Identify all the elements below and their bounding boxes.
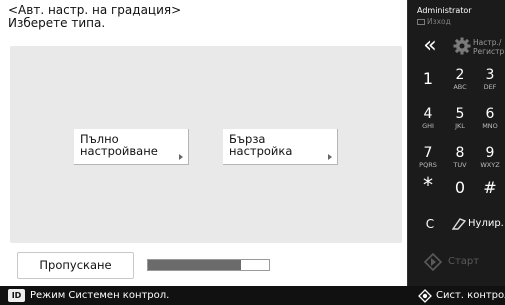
progress-fill [148,260,242,270]
key-6[interactable]: 6 MNO [474,101,505,139]
quick-adjustment-label-line2: настройка [229,144,293,158]
key-digit: 6 [485,106,495,122]
key-letters: WXYZ [480,161,500,169]
gear-icon [453,37,471,55]
progress-bar [147,259,270,271]
logout-button[interactable]: Изход [417,17,451,26]
start-button[interactable]: Старт [418,248,500,276]
key-1[interactable]: 1 [412,62,444,100]
logout-label: Изход [427,17,451,26]
start-label: Старт [448,256,480,267]
key-digit: 9 [485,145,495,161]
key-digit: 7 [423,145,433,161]
key-digit: 2 [455,67,465,83]
settings-label-line2: Регистр. [473,47,505,56]
admin-label: Administrator [417,6,472,15]
key-digit: 0 [454,178,466,197]
status-text: Режим Системен контрол. [30,290,170,301]
quick-adjustment-button[interactable]: Бърза настройка [223,129,338,165]
keypad-panel: Administrator Изход « Настр./ Регистр. 1… [407,0,505,286]
key-letters: GHI [422,122,434,130]
key-digit: 5 [455,106,465,122]
key-2[interactable]: 2 ABC [444,62,476,100]
key-digit: 3 [485,67,495,83]
key-3[interactable]: 3 DEF [474,62,505,100]
system-monitor-icon [418,289,432,303]
settings-registration-button[interactable]: Настр./ Регистр. [450,34,505,60]
settings-label-line1: Настр./ [473,38,502,47]
key-digit: 4 [423,106,433,122]
reset-label: Нулир. [468,218,504,229]
back-button[interactable]: « [417,34,443,60]
header: <Авт. настр. на градация> Изберете типа. [8,4,181,30]
settings-label: Настр./ Регистр. [473,38,505,56]
key-letters: PQRS [419,161,437,169]
skip-button[interactable]: Пропускане [17,252,134,279]
id-icon: ID [8,289,25,302]
chevron-right-icon [328,154,332,160]
key-4[interactable]: 4 GHI [412,101,444,139]
key-letters: MNO [482,122,498,130]
reset-icon [452,218,466,230]
key-digit: * [423,173,433,197]
key-hash[interactable]: # [474,171,505,209]
full-adjustment-button[interactable]: Пълно настройване [74,129,189,165]
key-letters: TUV [453,161,467,169]
key-digit: # [483,178,497,197]
chevron-right-icon [179,154,183,160]
logout-icon [417,19,425,25]
key-letters: ABC [453,83,467,91]
start-diamond-icon [424,253,442,271]
page-subtitle: Изберете типа. [8,16,106,30]
key-letters: DEF [483,83,497,91]
key-star[interactable]: * [412,171,444,209]
full-adjustment-label-line2: настройване [80,144,158,158]
system-monitor-label: Сист. контрол [436,290,505,301]
key-digit: 8 [455,145,465,161]
key-0[interactable]: 0 [444,171,476,209]
back-icon: « [423,33,437,58]
status-bar: ID Режим Системен контрол. Сист. контрол [0,286,505,305]
key-letters: JKL [455,122,465,130]
main-panel: <Авт. настр. на градация> Изберете типа.… [0,0,407,286]
content-area: Пълно настройване Бърза настройка [10,46,402,243]
key-digit: 1 [422,69,434,88]
reset-button[interactable]: Нулир. [452,211,504,237]
key-5[interactable]: 5 JKL [444,101,476,139]
clear-button[interactable]: C [418,211,442,237]
